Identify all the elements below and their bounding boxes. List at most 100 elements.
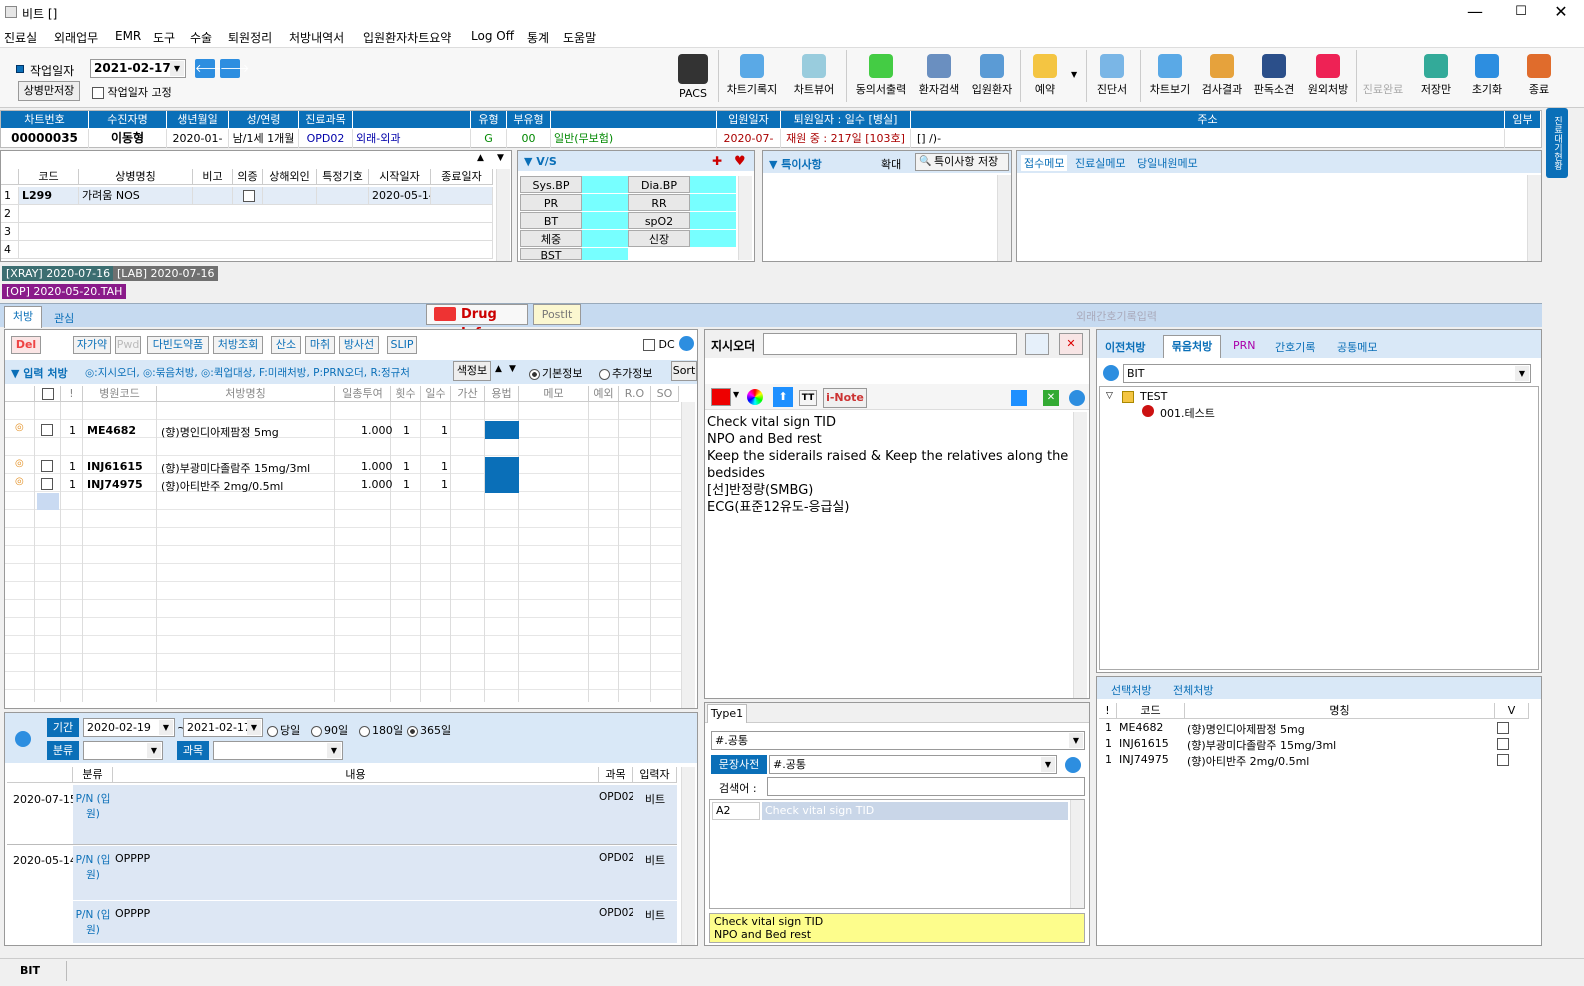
- chart-record-button[interactable]: 차트기록지: [722, 52, 782, 104]
- diag-code[interactable]: L299: [19, 187, 79, 205]
- sort-up-icon[interactable]: ▲: [495, 364, 502, 374]
- tab-prescription[interactable]: 처방: [4, 306, 42, 328]
- period-to-field[interactable]: 2021-02-17 ▼: [183, 718, 263, 737]
- tab-bundle-orders[interactable]: 묶음처방: [1163, 335, 1221, 358]
- reset-button[interactable]: 초기화: [1464, 52, 1510, 104]
- table-row[interactable]: [19, 241, 493, 259]
- text-color-swatch[interactable]: [711, 388, 731, 406]
- order-row[interactable]: ◎ 1 ME4682 (향)명인디아제팜정 5mg 1.000 1 1: [5, 421, 681, 439]
- expand-button[interactable]: 확대: [881, 156, 901, 172]
- tab-clinic-memo[interactable]: 진료실메모: [1075, 155, 1126, 171]
- insert-icon[interactable]: [1025, 333, 1049, 355]
- certificate-button[interactable]: 진단서: [1090, 52, 1134, 104]
- refresh-icon[interactable]: [1065, 757, 1081, 773]
- nurse-input-link[interactable]: 외래간호기록입력: [1076, 308, 1157, 324]
- save-only-button[interactable]: 저장만: [1412, 52, 1460, 104]
- pin-icon[interactable]: ✚: [712, 154, 722, 168]
- bundle-owner-select[interactable]: BIT ▼: [1123, 364, 1531, 383]
- oxygen-button[interactable]: 산소: [271, 336, 301, 354]
- diagnosis-scrollbar[interactable]: [496, 169, 510, 261]
- heart-icon[interactable]: ♥: [734, 154, 746, 169]
- sort-button[interactable]: Sort: [671, 361, 697, 381]
- diag-name[interactable]: 가려움 NOS: [79, 187, 193, 205]
- usage-cell[interactable]: [485, 475, 519, 493]
- menu-item-logoff[interactable]: Log Off: [471, 29, 514, 43]
- upload-icon[interactable]: ⬆: [773, 387, 793, 407]
- vs-rr-value[interactable]: [690, 194, 736, 211]
- instruction-text-area[interactable]: Check vital sign TID NPO and Bed rest Ke…: [707, 414, 1071, 534]
- menu-item-tools[interactable]: 도구: [153, 29, 175, 46]
- inpatient-button[interactable]: 입원환자: [966, 52, 1018, 104]
- period-90-radio[interactable]: 90일: [311, 722, 348, 738]
- orders-scrollbar[interactable]: [681, 402, 695, 708]
- tab-reception-memo[interactable]: 접수메모: [1021, 155, 1068, 171]
- slip-button[interactable]: SLIP: [387, 336, 417, 354]
- prev-date-button[interactable]: 🡐: [195, 59, 225, 78]
- reservation-button[interactable]: 예약: [1024, 52, 1066, 104]
- refresh-icon[interactable]: [1103, 365, 1119, 381]
- usage-cell[interactable]: [485, 421, 519, 439]
- phrase-dict-select[interactable]: #.공통 ▼: [769, 755, 1057, 774]
- menu-item-prescription-report[interactable]: 처방내역서: [289, 29, 344, 46]
- instruction-search-input[interactable]: [763, 333, 1017, 355]
- history-row[interactable]: 2020-05-14 P/N (입원) OPPPP OPD02 비트: [7, 846, 677, 900]
- minimize-button[interactable]: —: [1452, 0, 1498, 26]
- phrase-code[interactable]: A2: [712, 802, 760, 820]
- menu-item-surgery[interactable]: 수술: [190, 29, 212, 46]
- close-button[interactable]: ✕: [1538, 0, 1584, 26]
- sort-down-icon[interactable]: ▼: [509, 364, 516, 374]
- menu-item-outpatient[interactable]: 외래업무: [54, 29, 98, 46]
- tab-daily-visit-memo[interactable]: 당일내원메모: [1137, 155, 1198, 171]
- tab-prn[interactable]: PRN: [1233, 339, 1256, 352]
- move-down-icon[interactable]: ▼: [497, 153, 504, 163]
- vs-diabp-value[interactable]: [690, 176, 736, 193]
- menu-item-help[interactable]: 도움말: [563, 29, 596, 46]
- save-icon[interactable]: [1011, 390, 1027, 406]
- dept-select[interactable]: ▼: [213, 741, 343, 760]
- chevron-down-icon[interactable]: ▼: [733, 390, 739, 399]
- extra-info-radio[interactable]: 추가정보: [599, 365, 652, 381]
- vs-scrollbar[interactable]: [738, 176, 752, 260]
- vs-bst-value[interactable]: [582, 248, 628, 260]
- history-scrollbar[interactable]: [681, 767, 695, 945]
- patient-search-button[interactable]: 환자검색: [914, 52, 964, 104]
- clear-icon[interactable]: ✕: [1059, 333, 1083, 355]
- tab-nursing-record[interactable]: 간호기록: [1275, 339, 1315, 355]
- menu-item-inpatient-summary[interactable]: 입원환자차트요약: [363, 29, 451, 46]
- instruction-scrollbar[interactable]: [1073, 412, 1087, 698]
- memo-scrollbar[interactable]: [1527, 175, 1541, 261]
- next-date-button[interactable]: 🡒: [220, 59, 250, 78]
- radiology-button[interactable]: 방사선: [339, 336, 379, 354]
- suspected-checkbox[interactable]: [233, 187, 263, 205]
- fix-date-checkbox[interactable]: 작업일자 고정: [92, 84, 172, 100]
- table-row[interactable]: [19, 223, 493, 241]
- test-results-button[interactable]: 검사결과: [1198, 52, 1246, 104]
- tree-child[interactable]: 001.테스트: [1160, 405, 1215, 421]
- history-refresh-icon[interactable]: [15, 731, 31, 747]
- tab-all-orders[interactable]: 전체처방: [1173, 682, 1213, 698]
- table-row[interactable]: [19, 205, 493, 223]
- xray-badge[interactable]: [XRAY] 2020-07-16: [2, 266, 115, 281]
- tab-type1[interactable]: Type1: [707, 704, 747, 723]
- font-size-icon[interactable]: TT: [799, 390, 817, 406]
- select-all-checkbox[interactable]: [35, 386, 61, 402]
- history-row[interactable]: 2020-07-15 P/N (입원) OPD02 비트: [7, 785, 677, 845]
- refresh-icon[interactable]: [1069, 390, 1085, 406]
- usage-cell[interactable]: [485, 457, 519, 475]
- order-row[interactable]: ◎ 1 INJ74975 (향)아티반주 2mg/0.5ml 1.000 1 1: [5, 475, 681, 493]
- vs-sysbp-value[interactable]: [582, 176, 628, 193]
- anesthesia-button[interactable]: 마취: [305, 336, 335, 354]
- tree-root[interactable]: TEST: [1140, 390, 1167, 403]
- tab-interest[interactable]: 관심: [54, 310, 74, 326]
- move-up-icon[interactable]: ▲: [477, 153, 484, 163]
- tab-previous-orders[interactable]: 이전처방: [1105, 339, 1145, 355]
- self-drug-button[interactable]: 자가약: [73, 336, 111, 354]
- period-180-radio[interactable]: 180일: [359, 722, 403, 738]
- menu-item-clinic[interactable]: 진료실: [4, 29, 37, 46]
- new-order-cell[interactable]: [37, 493, 59, 510]
- consent-print-button[interactable]: 동의서출력: [850, 52, 912, 104]
- period-from-field[interactable]: 2020-02-19 ▼: [83, 718, 175, 737]
- inote-button[interactable]: i-Note: [823, 388, 867, 408]
- side-waiting-tab[interactable]: 진료대기현황: [1546, 108, 1568, 178]
- refresh-icon[interactable]: [679, 336, 694, 351]
